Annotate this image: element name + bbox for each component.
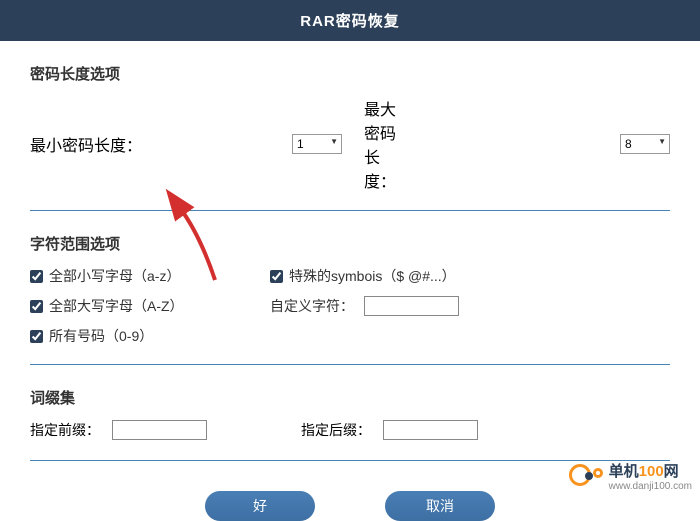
button-row: 好 取消 bbox=[30, 491, 670, 521]
prefix-input[interactable] bbox=[112, 420, 207, 440]
divider bbox=[30, 210, 670, 211]
symbols-label: 特殊的symbois（$ @#...） bbox=[289, 266, 456, 286]
suffix-input[interactable] bbox=[383, 420, 478, 440]
min-length-label: 最小密码长度： bbox=[30, 132, 142, 156]
custom-chars-row: 自定义字符： bbox=[270, 296, 670, 316]
numbers-checkbox[interactable] bbox=[30, 330, 43, 343]
max-length-select[interactable]: 8 bbox=[620, 134, 670, 154]
numbers-label: 所有号码（0-9） bbox=[49, 326, 153, 346]
cancel-button[interactable]: 取消 bbox=[385, 491, 495, 521]
prefix-label: 指定前缀： bbox=[30, 420, 100, 440]
uppercase-label: 全部大写字母（A-Z） bbox=[49, 296, 184, 316]
custom-chars-input[interactable] bbox=[364, 296, 459, 316]
watermark-logo-icon bbox=[569, 464, 603, 488]
affix-section-title: 词缀集 bbox=[30, 387, 670, 408]
suffix-label: 指定后缀： bbox=[301, 420, 371, 440]
numbers-checkbox-item[interactable]: 所有号码（0-9） bbox=[30, 326, 250, 346]
symbols-checkbox[interactable] bbox=[270, 270, 283, 283]
min-length-select[interactable]: 1 bbox=[292, 134, 342, 154]
uppercase-checkbox[interactable] bbox=[30, 300, 43, 313]
lowercase-checkbox[interactable] bbox=[30, 270, 43, 283]
uppercase-checkbox-item[interactable]: 全部大写字母（A-Z） bbox=[30, 296, 250, 316]
watermark-text: 单机100网 www.danji100.com bbox=[609, 460, 692, 492]
divider bbox=[30, 364, 670, 365]
length-row: 最小密码长度： 1 最大密码长度： 8 bbox=[30, 96, 670, 192]
watermark: 单机100网 www.danji100.com bbox=[569, 460, 692, 492]
charset-grid: 全部小写字母（a-z） 特殊的symbois（$ @#...） 全部大写字母（A… bbox=[30, 266, 670, 346]
custom-chars-label: 自定义字符： bbox=[270, 296, 354, 316]
window-title: RAR密码恢复 bbox=[0, 0, 700, 41]
symbols-checkbox-item[interactable]: 特殊的symbois（$ @#...） bbox=[270, 266, 670, 286]
lowercase-label: 全部小写字母（a-z） bbox=[49, 266, 180, 286]
max-length-label: 最大密码长度： bbox=[364, 96, 400, 192]
main-content: 密码长度选项 最小密码长度： 1 最大密码长度： 8 字符范围选项 全部小写字母… bbox=[0, 63, 700, 521]
length-section-title: 密码长度选项 bbox=[30, 63, 670, 84]
affix-row: 指定前缀： 指定后缀： bbox=[30, 420, 670, 440]
lowercase-checkbox-item[interactable]: 全部小写字母（a-z） bbox=[30, 266, 250, 286]
charset-section-title: 字符范围选项 bbox=[30, 233, 670, 254]
ok-button[interactable]: 好 bbox=[205, 491, 315, 521]
